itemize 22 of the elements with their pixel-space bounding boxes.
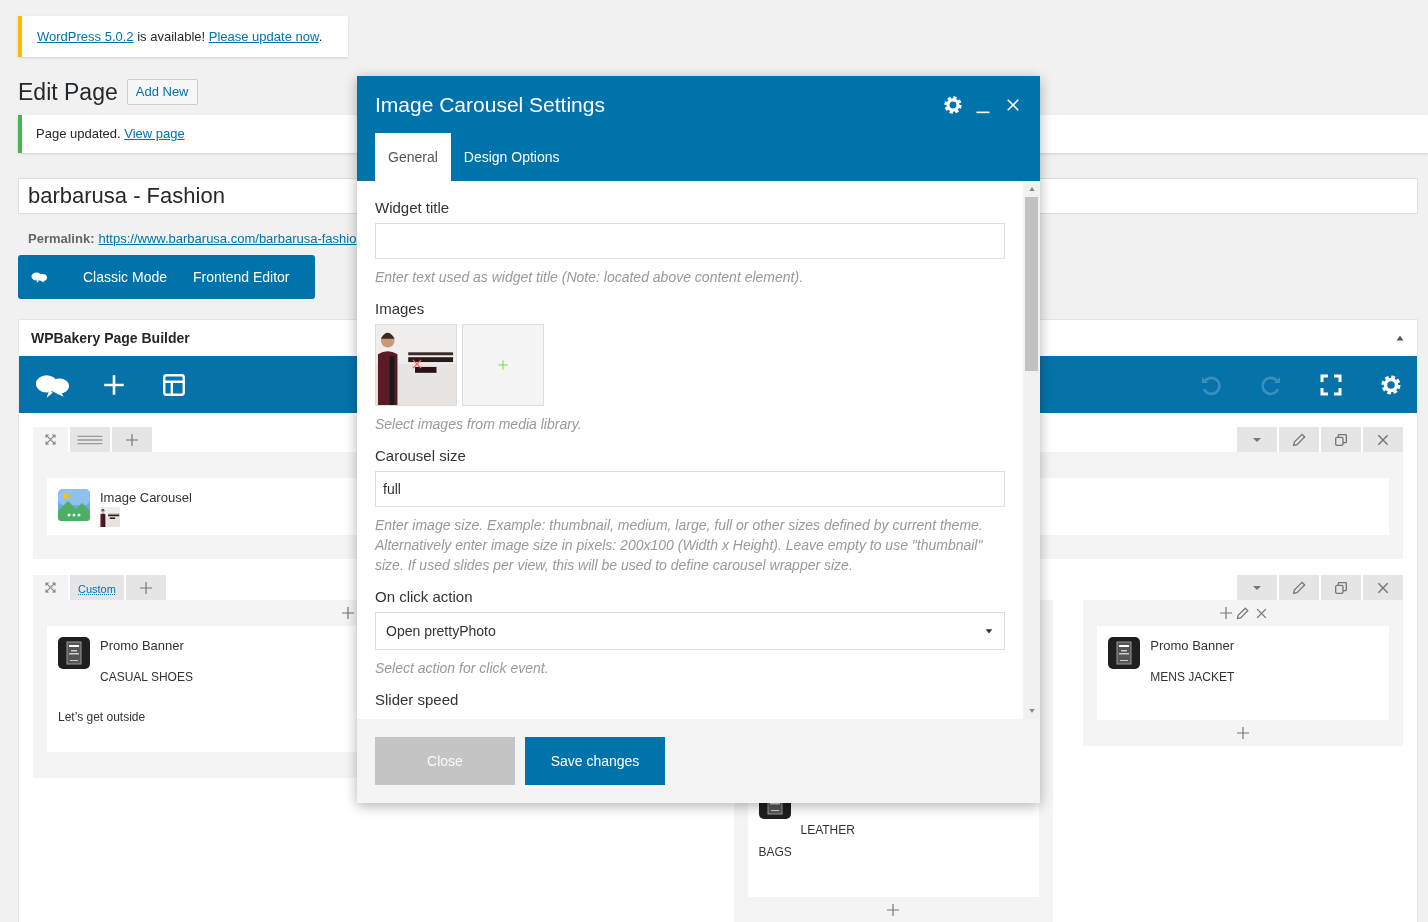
- update-notice-text: WordPress 5.0.2 is available! Please update now.: [37, 27, 323, 46]
- element-subtitle: BAGS: [758, 844, 793, 861]
- element-title: Image Carousel: [100, 490, 192, 506]
- updated-notice-text: Page updated. View page: [36, 125, 185, 144]
- element-subtitle: LEATHER: [800, 822, 855, 839]
- element-subtitle: MENS JACKET: [1150, 669, 1235, 686]
- field-label: On click action: [375, 588, 474, 606]
- field-hint: Enter text used as widget title (Note: located above content element).: [375, 268, 805, 287]
- element-title: Promo Banner: [1150, 638, 1235, 654]
- element-subtitle: CASUAL SHOES: [100, 669, 193, 686]
- permalink-label: Permalink:: [28, 230, 95, 245]
- page-heading: Edit Page: [18, 80, 118, 104]
- element-text: Let’s get outside: [58, 709, 146, 726]
- panel-title: WPBakery Page Builder: [31, 328, 190, 348]
- modal-title: Image Carousel Settings: [375, 91, 605, 118]
- field-hint: Select images from media library.: [375, 415, 583, 434]
- field-label: Carousel size: [375, 447, 467, 465]
- field-label: Widget title: [375, 199, 451, 217]
- field-label: Slider speed: [375, 691, 460, 709]
- field-hint: Select action for click event.: [375, 659, 550, 678]
- field-label: Images: [375, 300, 426, 318]
- element-title: Promo Banner: [100, 638, 185, 654]
